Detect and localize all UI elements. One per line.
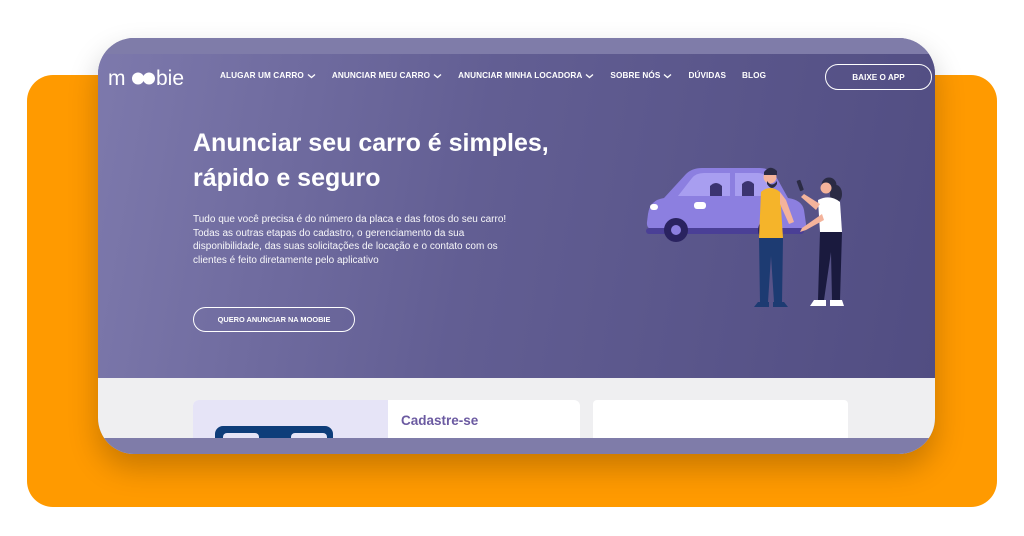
cta-anunciar-button[interactable]: QUERO ANUNCIAR NA MOOBIE bbox=[193, 307, 355, 332]
moobie-logo[interactable]: m bie bbox=[108, 66, 200, 90]
nav-item-blog[interactable]: BLOG bbox=[742, 71, 766, 80]
download-app-button[interactable]: BAIXE O APP bbox=[825, 64, 932, 90]
svg-text:bie: bie bbox=[156, 67, 184, 90]
nav-item-label: SOBRE NÓS bbox=[610, 71, 661, 80]
top-band bbox=[98, 38, 935, 54]
hero-title: Anunciar seu carro é simples, rápido e s… bbox=[193, 129, 549, 192]
bottom-band bbox=[98, 438, 935, 454]
nav-item-label: ANUNCIAR MINHA LOCADORA bbox=[458, 71, 583, 80]
browser-frame: m bie ALUGAR UM CARRO ANUNCIAR MEU CARRO bbox=[98, 38, 935, 454]
svg-text:m: m bbox=[108, 67, 126, 90]
chevron-down-icon bbox=[307, 73, 316, 78]
hero-section: m bie ALUGAR UM CARRO ANUNCIAR MEU CARRO bbox=[98, 54, 935, 378]
nav-item-label: ALUGAR UM CARRO bbox=[220, 71, 304, 80]
card-title: Cadastre-se bbox=[401, 413, 479, 428]
nav-item-label: DÚVIDAS bbox=[688, 71, 727, 80]
nav-links: ALUGAR UM CARRO ANUNCIAR MEU CARRO ANUNC… bbox=[220, 71, 782, 80]
nav-item-sobre[interactable]: SOBRE NÓS bbox=[610, 71, 672, 80]
nav-item-label: ANUNCIAR MEU CARRO bbox=[331, 71, 431, 80]
nav-item-label: BLOG bbox=[742, 71, 767, 80]
nav-item-anunciar-carro[interactable]: ANUNCIAR MEU CARRO bbox=[332, 71, 442, 80]
chevron-down-icon bbox=[433, 73, 442, 78]
chevron-down-icon bbox=[585, 73, 594, 78]
chevron-down-icon bbox=[664, 73, 672, 78]
car-and-people-illustration bbox=[646, 167, 844, 307]
nav-item-anunciar-locadora[interactable]: ANUNCIAR MINHA LOCADORA bbox=[458, 71, 594, 80]
nav-item-duvidas[interactable]: DÚVIDAS bbox=[688, 71, 726, 80]
nav-item-alugar[interactable]: ALUGAR UM CARRO bbox=[220, 71, 316, 80]
navbar: m bie ALUGAR UM CARRO ANUNCIAR MEU CARRO bbox=[98, 64, 935, 92]
hero-description: Tudo que você precisa é do número da pla… bbox=[193, 214, 507, 266]
screenshot-stage: m bie ALUGAR UM CARRO ANUNCIAR MEU CARRO bbox=[0, 0, 1024, 536]
